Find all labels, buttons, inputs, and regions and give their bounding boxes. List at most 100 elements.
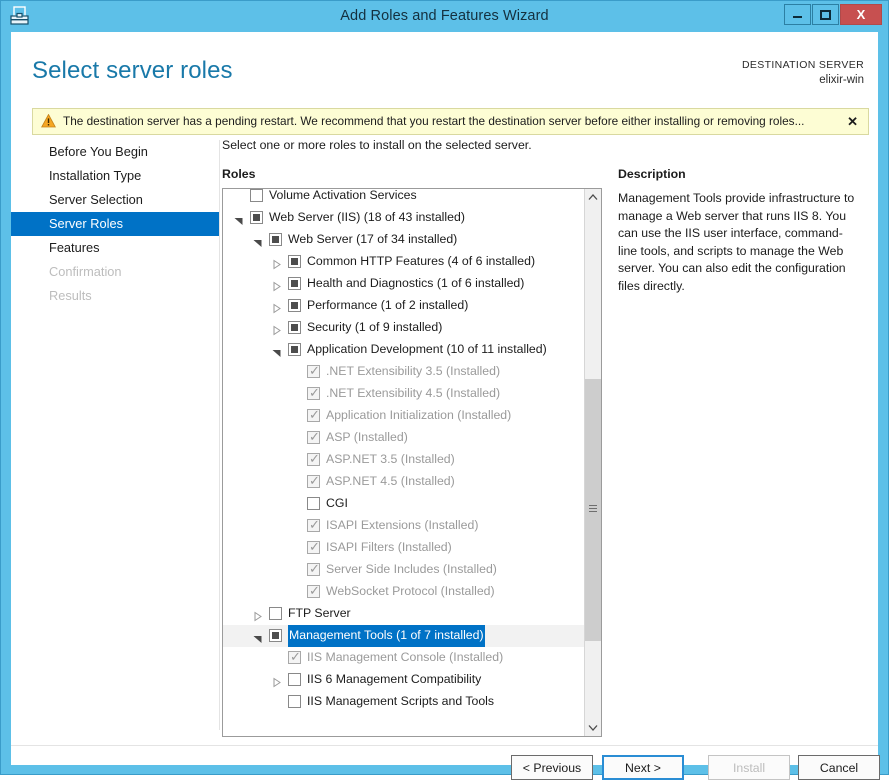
tree-row[interactable]: ✓ ASP (Installed) — [223, 427, 586, 449]
tree-row-label: FTP Server — [288, 606, 351, 620]
tree-expand-arrow-right-icon[interactable] — [252, 609, 263, 622]
sidebar-item-server-roles[interactable]: Server Roles — [11, 212, 219, 236]
tree-row[interactable]: Web Server (17 of 34 installed) — [223, 229, 586, 251]
tree-row[interactable]: ✓ Application Initialization (Installed) — [223, 405, 586, 427]
sidebar-item-label: Features — [49, 240, 100, 255]
tree-expand-arrow-down-icon[interactable] — [233, 213, 244, 225]
tree-checkbox-unchecked[interactable] — [250, 189, 263, 202]
tree-row[interactable]: Common HTTP Features (4 of 6 installed) — [223, 251, 586, 273]
roles-tree-box: Volume Activation Services Web Server (II… — [222, 188, 602, 737]
tree-row[interactable]: Application Development (10 of 11 instal… — [223, 339, 586, 361]
tree-row[interactable]: Management Tools (1 of 7 installed) — [223, 625, 586, 647]
sidebar-item-before-you-begin[interactable]: Before You Begin — [11, 140, 219, 164]
nav-divider — [219, 140, 220, 730]
tree-checkbox-partial[interactable] — [288, 255, 301, 268]
tree-row-label: IIS Management Scripts and Tools — [307, 694, 495, 708]
tree-row-label: Server Side Includes (Installed) — [326, 562, 497, 576]
tree-checkbox-checked-gray[interactable]: ✓ — [307, 408, 320, 422]
warning-bar: The destination server has a pending res… — [32, 108, 869, 135]
install-button: Install — [708, 755, 790, 780]
tree-checkbox-checked-gray[interactable]: ✓ — [307, 584, 320, 598]
tree-checkbox-partial[interactable] — [250, 211, 263, 224]
cancel-button[interactable]: Cancel — [798, 755, 880, 780]
tree-checkbox-checked-gray[interactable]: ✓ — [288, 650, 301, 664]
tree-checkbox-unchecked[interactable] — [288, 673, 301, 686]
tree-checkbox-partial[interactable] — [269, 629, 282, 642]
warning-close-icon[interactable]: ✕ — [847, 109, 858, 134]
warning-message: The destination server has a pending res… — [63, 114, 805, 128]
tree-row[interactable]: ✓ IIS Management Console (Installed) — [223, 647, 586, 669]
tree-row[interactable]: ✓ ASP.NET 3.5 (Installed) — [223, 449, 586, 471]
tree-expand-arrow-down-icon[interactable] — [271, 345, 282, 357]
tree-row-label: Management Tools (1 of 7 installed) — [288, 625, 485, 647]
sidebar-item-installation-type[interactable]: Installation Type — [11, 164, 219, 188]
wizard-client-area: Select server roles DESTINATION SERVER e… — [11, 32, 880, 780]
tree-checkbox-unchecked[interactable] — [288, 695, 301, 708]
tree-row[interactable]: Performance (1 of 2 installed) — [223, 295, 586, 317]
tree-row[interactable]: ✓ ISAPI Extensions (Installed) — [223, 515, 586, 537]
tree-row-label: .NET Extensibility 4.5 (Installed) — [326, 386, 501, 400]
tree-row[interactable]: IIS Management Scripts and Tools — [223, 691, 586, 713]
tree-checkbox-checked-gray[interactable]: ✓ — [307, 518, 320, 532]
tree-row[interactable]: FTP Server — [223, 603, 586, 625]
tree-checkbox-partial[interactable] — [288, 277, 301, 290]
tree-row-label: Health and Diagnostics (1 of 6 installed… — [307, 276, 525, 290]
roles-tree-scrollbar[interactable] — [584, 189, 601, 736]
tree-checkbox-checked-gray[interactable]: ✓ — [307, 474, 320, 488]
maximize-button[interactable] — [812, 4, 839, 25]
tree-expand-arrow-down-icon[interactable] — [252, 235, 263, 247]
tree-expand-arrow-right-icon[interactable] — [271, 323, 282, 336]
tree-row[interactable]: ✓ Server Side Includes (Installed) — [223, 559, 586, 581]
tree-row-label: Performance (1 of 2 installed) — [307, 298, 469, 312]
tree-checkbox-partial[interactable] — [288, 321, 301, 334]
tree-row-label: ISAPI Filters (Installed) — [326, 540, 452, 554]
sidebar-item-features[interactable]: Features — [11, 236, 219, 260]
tree-checkbox-partial[interactable] — [288, 299, 301, 312]
tree-checkbox-checked-gray[interactable]: ✓ — [307, 364, 320, 378]
sidebar-item-label: Confirmation — [49, 264, 122, 279]
scroll-down-chevron-icon[interactable] — [585, 719, 601, 736]
tree-checkbox-partial[interactable] — [269, 233, 282, 246]
tree-row-label: ASP.NET 3.5 (Installed) — [326, 452, 455, 466]
tree-checkbox-checked-gray[interactable]: ✓ — [307, 430, 320, 444]
scroll-up-chevron-icon[interactable] — [585, 189, 601, 206]
tree-row[interactable]: IIS 6 Management Compatibility — [223, 669, 586, 691]
tree-row[interactable]: ✓ .NET Extensibility 3.5 (Installed) — [223, 361, 586, 383]
tree-checkbox-checked-gray[interactable]: ✓ — [307, 386, 320, 400]
tree-expand-arrow-down-icon[interactable] — [252, 631, 263, 643]
tree-row-label: Web Server (IIS) (18 of 43 installed) — [269, 210, 465, 224]
tree-row[interactable]: CGI — [223, 493, 586, 515]
tree-row[interactable]: ✓ .NET Extensibility 4.5 (Installed) — [223, 383, 586, 405]
page-title: Select server roles — [32, 57, 233, 84]
tree-row-label: ASP.NET 4.5 (Installed) — [326, 474, 455, 488]
previous-button[interactable]: < Previous — [511, 755, 593, 780]
tree-expand-arrow-right-icon[interactable] — [271, 675, 282, 688]
tree-row[interactable]: Web Server (IIS) (18 of 43 installed) — [223, 207, 586, 229]
tree-row[interactable]: Security (1 of 9 installed) — [223, 317, 586, 339]
tree-checkbox-partial[interactable] — [288, 343, 301, 356]
tree-row[interactable]: ✓ ASP.NET 4.5 (Installed) — [223, 471, 586, 493]
tree-checkbox-unchecked[interactable] — [307, 497, 320, 510]
tree-checkbox-checked-gray[interactable]: ✓ — [307, 562, 320, 576]
tree-expand-arrow-right-icon[interactable] — [271, 301, 282, 314]
scrollbar-thumb[interactable] — [585, 379, 601, 641]
tree-checkbox-checked-gray[interactable]: ✓ — [307, 540, 320, 554]
tree-checkbox-unchecked[interactable] — [269, 607, 282, 620]
tree-row-label: Security (1 of 9 installed) — [307, 320, 443, 334]
tree-expand-arrow-right-icon[interactable] — [271, 257, 282, 270]
tree-checkbox-checked-gray[interactable]: ✓ — [307, 452, 320, 466]
minimize-button[interactable] — [784, 4, 811, 25]
tree-row[interactable]: ✓ WebSocket Protocol (Installed) — [223, 581, 586, 603]
sidebar-item-server-selection[interactable]: Server Selection — [11, 188, 219, 212]
tree-row-label: ASP (Installed) — [326, 430, 408, 444]
next-button[interactable]: Next > — [602, 755, 684, 780]
tree-row[interactable]: Health and Diagnostics (1 of 6 installed… — [223, 273, 586, 295]
tree-expand-arrow-right-icon[interactable] — [271, 279, 282, 292]
sidebar-item-label: Server Roles — [49, 216, 123, 231]
sidebar-item-label: Server Selection — [49, 192, 143, 207]
close-button[interactable]: X — [840, 4, 882, 25]
roles-tree[interactable]: Volume Activation Services Web Server (II… — [223, 189, 586, 736]
tree-row-label: Application Development (10 of 11 instal… — [307, 342, 547, 356]
tree-row[interactable]: ✓ ISAPI Filters (Installed) — [223, 537, 586, 559]
tree-row[interactable]: Volume Activation Services — [223, 189, 586, 207]
